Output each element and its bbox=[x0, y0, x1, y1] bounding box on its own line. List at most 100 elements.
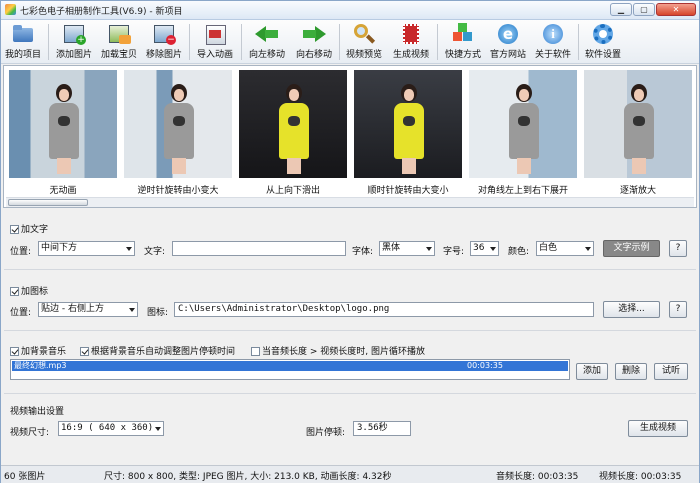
gear-icon bbox=[591, 22, 615, 46]
model-legs bbox=[57, 158, 71, 174]
add-music-button[interactable]: 添加 bbox=[576, 363, 608, 380]
model-face bbox=[519, 89, 529, 101]
arrow-left-icon bbox=[255, 22, 279, 46]
generate-video-button[interactable]: 生成视频 bbox=[628, 420, 688, 437]
select-icon-button[interactable]: 选择... bbox=[603, 301, 660, 318]
size-select[interactable]: 36 bbox=[470, 241, 499, 256]
owl-print bbox=[288, 116, 300, 126]
text-position-select[interactable]: 中间下方 bbox=[38, 241, 135, 256]
pause-input[interactable]: 3.56秒 bbox=[353, 421, 411, 436]
size-value: 36 bbox=[473, 243, 485, 253]
icon-path-input[interactable]: C:\Users\Administrator\Desktop\logo.png bbox=[174, 302, 594, 317]
scrollbar-thumb[interactable] bbox=[8, 199, 88, 206]
thumbnail-image[interactable] bbox=[584, 70, 692, 178]
auto-adjust-toggle[interactable]: 根据背景音乐自动调整图片停顿时间 bbox=[80, 344, 235, 357]
thumbnail-caption: 对角线左上到右下展开 bbox=[477, 186, 568, 196]
toolbar-separator bbox=[189, 24, 190, 60]
audio-length: 音频长度: 00:03:35 bbox=[496, 472, 579, 482]
list-item[interactable]: 最终幻想.mp3 00:03:35 bbox=[12, 361, 568, 371]
close-button[interactable]: ✕ bbox=[656, 3, 696, 16]
color-select[interactable]: 白色 bbox=[536, 241, 594, 256]
model-figure bbox=[392, 84, 426, 174]
about-button[interactable]: i 关于软件 bbox=[535, 22, 571, 60]
add-music-checkbox[interactable] bbox=[10, 347, 19, 356]
loop-toggle[interactable]: 当音频长度 > 视频长度时, 图片循环播放 bbox=[251, 344, 425, 357]
video-size-select[interactable]: 16:9 ( 640 x 360) bbox=[58, 421, 164, 436]
title-bar: 七彩色电子相册制作工具(V6.9) - 新项目 ▁ ▢ ✕ bbox=[1, 1, 699, 20]
image-count: 60 张图片 bbox=[4, 472, 46, 482]
move-right-button[interactable]: 向右移动 bbox=[296, 22, 332, 60]
divider bbox=[4, 269, 696, 270]
model-dress bbox=[394, 103, 424, 159]
add-music-toggle[interactable]: 加背景音乐 bbox=[10, 344, 66, 357]
model-legs bbox=[172, 158, 186, 174]
icon-help-button[interactable]: ? bbox=[669, 301, 687, 318]
my-project-button[interactable]: 我的项目 bbox=[5, 22, 41, 60]
cubes-icon bbox=[451, 22, 475, 46]
listen-button[interactable]: 试听 bbox=[654, 363, 688, 380]
minimize-button[interactable]: ▁ bbox=[610, 3, 632, 16]
image-strip[interactable]: 无动画 逆时针旋转由小变大 从上向下滑出 顺时针旋转由大变小 对角线左上到右下展开 逐渐放… bbox=[3, 65, 697, 208]
model-face bbox=[289, 89, 299, 101]
loop-checkbox[interactable] bbox=[251, 347, 260, 356]
model-dress bbox=[164, 103, 194, 159]
horizontal-scrollbar[interactable] bbox=[6, 197, 694, 207]
thumbnail-image[interactable] bbox=[354, 70, 462, 178]
add-icon-checkbox[interactable] bbox=[10, 287, 19, 296]
toolbar-separator bbox=[437, 24, 438, 60]
settings-button[interactable]: 软件设置 bbox=[585, 22, 621, 60]
model-face bbox=[174, 89, 184, 101]
thumbnail-image[interactable] bbox=[469, 70, 577, 178]
font-select[interactable]: 黑体 bbox=[379, 241, 435, 256]
import-animation-button[interactable]: 导入动画 bbox=[197, 22, 233, 60]
owl-print bbox=[173, 116, 185, 126]
text-position-label: 位置: bbox=[10, 247, 32, 257]
chevron-down-icon bbox=[126, 247, 132, 251]
thumbnail-caption: 顺时针旋转由大变小 bbox=[367, 186, 449, 196]
model-legs bbox=[632, 158, 646, 174]
text-help-button[interactable]: ? bbox=[669, 240, 687, 257]
website-button[interactable]: e 官方网站 bbox=[490, 22, 526, 60]
add-text-checkbox[interactable] bbox=[10, 225, 19, 234]
toolbar-label: 向左移动 bbox=[249, 50, 286, 60]
move-left-button[interactable]: 向左移动 bbox=[249, 22, 285, 60]
text-input[interactable] bbox=[172, 241, 346, 256]
model-dress bbox=[49, 103, 79, 159]
thumbnail-image[interactable] bbox=[9, 70, 117, 178]
delete-music-button[interactable]: 删除 bbox=[615, 363, 647, 380]
window-title: 七彩色电子相册制作工具(V6.9) - 新项目 bbox=[20, 7, 183, 17]
model-figure bbox=[622, 84, 656, 174]
owl-print bbox=[633, 116, 645, 126]
remove-image-icon: − bbox=[152, 22, 176, 46]
add-icon-label: 加图标 bbox=[21, 287, 49, 297]
toolbar-separator bbox=[48, 24, 49, 60]
toolbar-label: 向右移动 bbox=[296, 50, 333, 60]
add-text-toggle[interactable]: 加文字 bbox=[10, 222, 48, 235]
toolbar-label: 生成视频 bbox=[393, 50, 430, 60]
main-toolbar: 我的项目 + 添加图片 加载宝贝 − 移除图片 导入动画 向左移动 向右移动 视频预览生成视频 快捷… bbox=[1, 20, 699, 64]
model-dress bbox=[624, 103, 654, 159]
track-name: 最终幻想.mp3 bbox=[14, 361, 67, 370]
add-image-icon: + bbox=[62, 22, 86, 46]
toolbar-label: 加载宝贝 bbox=[101, 50, 138, 60]
shortcut-button[interactable]: 快捷方式 bbox=[445, 22, 481, 60]
owl-print bbox=[518, 116, 530, 126]
model-legs bbox=[287, 158, 301, 174]
text-example-button[interactable]: 文字示例 bbox=[603, 240, 660, 257]
icon-position-select[interactable]: 贴边 - 右侧上方 bbox=[38, 302, 138, 317]
music-list[interactable]: 最终幻想.mp3 00:03:35 bbox=[10, 359, 570, 380]
video-preview-button[interactable]: 视频预览 bbox=[346, 22, 382, 60]
add-image-button[interactable]: + 添加图片 bbox=[56, 22, 92, 60]
auto-adjust-checkbox[interactable] bbox=[80, 347, 89, 356]
remove-image-button[interactable]: − 移除图片 bbox=[146, 22, 182, 60]
icon-position-label: 位置: bbox=[10, 308, 32, 318]
generate-video-button[interactable]: 生成视频 bbox=[393, 22, 429, 60]
chevron-down-icon bbox=[585, 247, 591, 251]
maximize-button[interactable]: ▢ bbox=[633, 3, 655, 16]
thumbnail-image[interactable] bbox=[124, 70, 232, 178]
thumbnail-image[interactable] bbox=[239, 70, 347, 178]
load-image-button[interactable]: 加载宝贝 bbox=[101, 22, 137, 60]
add-music-label: 加背景音乐 bbox=[21, 347, 67, 357]
icon-label: 图标: bbox=[147, 308, 169, 318]
add-icon-toggle[interactable]: 加图标 bbox=[10, 284, 48, 297]
